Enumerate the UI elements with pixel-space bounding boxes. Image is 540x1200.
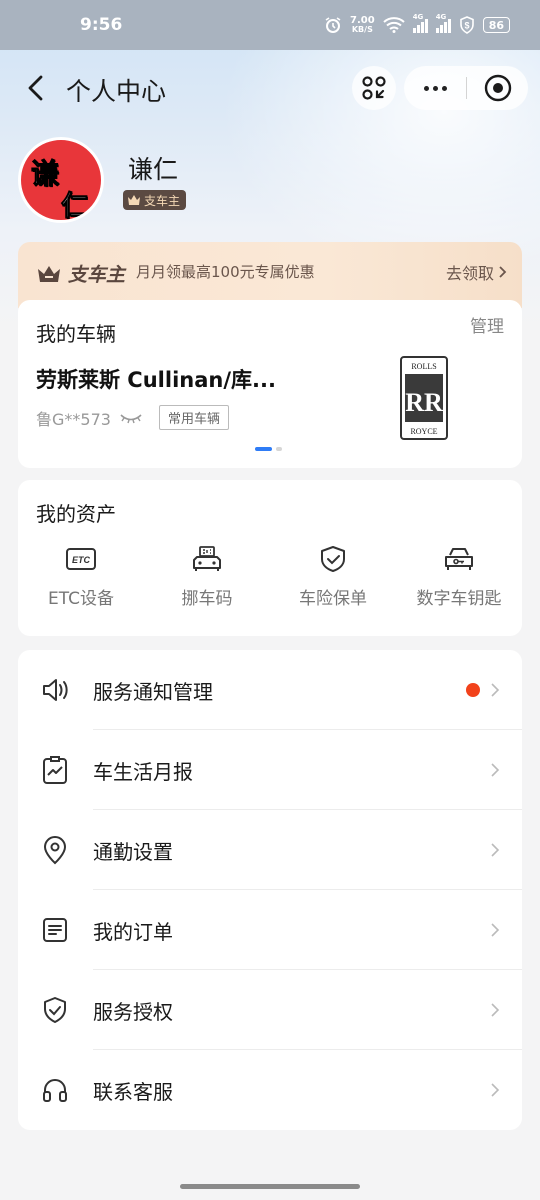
home-indicator[interactable]: [180, 1184, 360, 1189]
report-icon: [40, 755, 70, 785]
status-bar: 9:56 7.00 KB/S 4G 4G $ 86: [0, 0, 540, 50]
menu-item-monthly-report[interactable]: 车生活月报: [18, 730, 522, 810]
menu-item-commute-settings[interactable]: 通勤设置: [18, 810, 522, 890]
settings-menu: 服务通知管理 车生活月报 通勤设置 我的订单 服务授权 联系客服: [18, 650, 522, 1130]
logo-text-bottom: ROYCE: [410, 427, 437, 436]
menu-label: 联系客服: [93, 1079, 173, 1104]
menu-label: 服务授权: [93, 999, 173, 1024]
assets-grid: ETC ETC设备 挪车码 车险保单 数字车钥匙: [18, 546, 522, 609]
status-icons: 7.00 KB/S 4G 4G $ 86: [324, 13, 510, 35]
license-plate: 鲁G**573: [36, 406, 143, 430]
assets-section-title: 我的资产: [36, 502, 116, 526]
network-type-1: 4G: [412, 13, 424, 21]
chevron-right-icon: [491, 1003, 500, 1017]
asset-label: 挪车码: [181, 589, 233, 609]
carousel-indicator: [255, 447, 282, 451]
menu-item-notifications[interactable]: 服务通知管理: [18, 650, 522, 730]
manage-button[interactable]: 管理: [470, 312, 504, 337]
owner-badge-label: 支车主: [144, 193, 181, 208]
close-icon: [484, 74, 511, 102]
crown-icon: [128, 195, 140, 205]
asset-digital-key[interactable]: 数字车钥匙: [396, 546, 522, 609]
avatar[interactable]: 谦 仁: [18, 137, 104, 223]
eye-closed-icon[interactable]: [119, 412, 143, 424]
wifi-icon: [383, 17, 405, 33]
carousel-dot: [276, 447, 282, 451]
speaker-icon: [40, 675, 70, 705]
asset-label: 数字车钥匙: [416, 589, 502, 609]
promo-text: 月月领最高100元专属优惠: [136, 263, 315, 281]
status-time: 9:56: [80, 15, 123, 35]
promo-claim-button[interactable]: 去领取: [446, 260, 508, 284]
menu-label: 我的订单: [93, 919, 173, 944]
insurance-shield-icon: [321, 546, 345, 572]
carousel-dot-active: [255, 447, 272, 451]
mini-program-capsule: [404, 66, 528, 110]
common-vehicle-tag: 常用车辆: [159, 405, 230, 430]
asset-etc[interactable]: ETC ETC设备: [18, 546, 144, 609]
asset-label: ETC设备: [48, 589, 114, 609]
plate-number: 鲁G**573: [36, 410, 111, 429]
chevron-right-icon: [491, 843, 500, 857]
vehicle-card[interactable]: 我的车辆 管理 劳斯莱斯 Cullinan/库... 鲁G**573 常用车辆 …: [18, 300, 522, 468]
chevron-right-icon: [491, 763, 500, 777]
promo-cta-label: 去领取: [445, 264, 494, 283]
promo-banner[interactable]: 支车主 月月领最高100元专属优惠 去领取: [18, 242, 522, 308]
avatar-char-1: 谦: [30, 157, 60, 191]
car-name: 劳斯莱斯 Cullinan/库...: [36, 368, 276, 392]
menu-label: 车生活月报: [93, 759, 193, 784]
page-title: 个人中心: [66, 77, 167, 106]
alarm-icon: [325, 17, 341, 33]
notification-badge: [466, 683, 480, 697]
promo-brand: 支车主: [36, 260, 125, 287]
owner-badge: 支车主: [123, 190, 187, 210]
rolls-royce-logo: ROLLS RR ROYCE: [400, 356, 448, 440]
network-type-2: 4G: [435, 13, 447, 21]
location-pin-icon: [40, 835, 70, 865]
etc-icon: ETC: [66, 548, 96, 570]
asset-insurance[interactable]: 车险保单: [270, 546, 396, 609]
signal-icon-1: 4G: [412, 13, 428, 33]
asset-move-car-code[interactable]: 挪车码: [144, 546, 270, 609]
menu-label: 服务通知管理: [93, 679, 213, 704]
menu-item-orders[interactable]: 我的订单: [18, 890, 522, 970]
svg-text:$: $: [464, 21, 469, 31]
speed-unit: KB/S: [351, 25, 373, 34]
crown-icon: [38, 265, 60, 282]
etc-icon-text: ETC: [72, 555, 91, 565]
user-name: 谦仁: [128, 155, 179, 184]
promo-brand-label: 支车主: [68, 264, 126, 286]
logo-text-top: ROLLS: [411, 362, 436, 371]
menu-item-customer-service[interactable]: 联系客服: [18, 1050, 522, 1130]
signal-icon-2: 4G: [435, 13, 451, 33]
chevron-right-icon: [491, 923, 500, 937]
move-car-code-icon: [193, 546, 221, 571]
network-speed: 7.00 KB/S: [350, 15, 375, 35]
headset-icon: [40, 1075, 70, 1105]
security-icon: $: [459, 16, 474, 34]
more-icon[interactable]: [404, 66, 466, 110]
logo-monogram: RR: [405, 388, 443, 417]
scan-button[interactable]: [352, 66, 396, 110]
battery-indicator: 86: [482, 17, 510, 33]
scan-icon: [362, 76, 386, 100]
chevron-right-icon: [491, 1083, 500, 1097]
vehicle-section-title: 我的车辆: [36, 322, 116, 346]
close-button[interactable]: [467, 66, 528, 110]
back-icon[interactable]: [22, 73, 52, 103]
avatar-char-2: 仁: [60, 189, 90, 222]
menu-item-service-authorization[interactable]: 服务授权: [18, 970, 522, 1050]
order-list-icon: [40, 915, 70, 945]
asset-label: 车险保单: [299, 589, 367, 609]
assets-card: 我的资产 ETC ETC设备 挪车码 车险保单 数字车钥匙: [18, 480, 522, 636]
speed-value: 7.00: [350, 15, 375, 26]
chevron-right-icon: [499, 266, 507, 278]
shield-check-icon: [40, 995, 70, 1025]
car-key-icon: [445, 548, 473, 570]
chevron-right-icon: [491, 683, 500, 697]
nav-bar: 个人中心: [0, 50, 540, 126]
menu-label: 通勤设置: [93, 839, 173, 864]
